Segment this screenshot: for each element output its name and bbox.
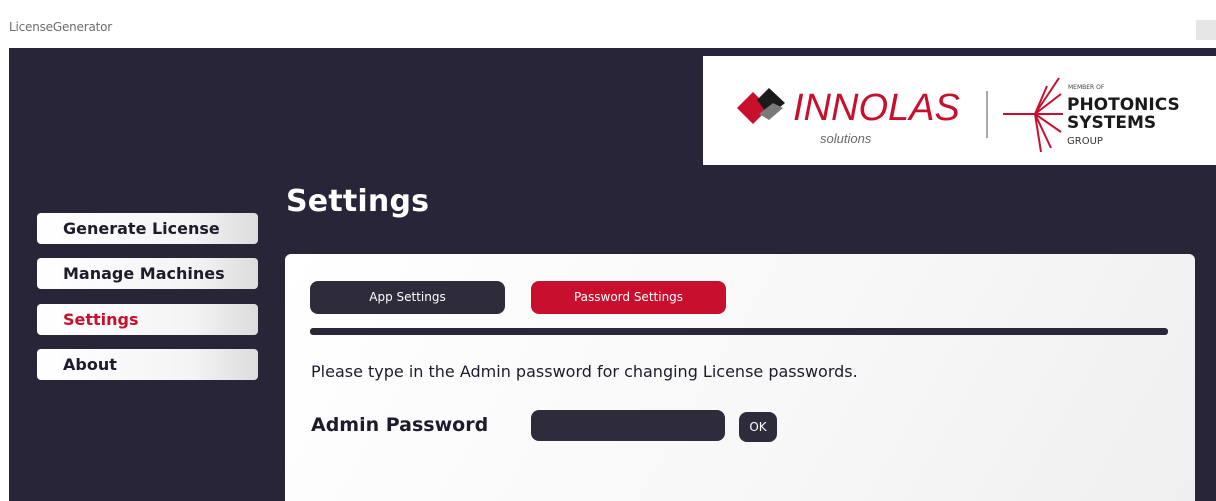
tab-app-settings[interactable]: App Settings bbox=[310, 281, 505, 314]
logo-banner: INNOLAS solutions MEMBER OF PHOTONICS SY… bbox=[703, 56, 1216, 165]
nav-generate-license[interactable]: Generate License bbox=[37, 213, 258, 244]
nav-manage-machines[interactable]: Manage Machines bbox=[37, 258, 258, 289]
logo-group-line1: PHOTONICS bbox=[1067, 95, 1180, 115]
logo-brand-sub: solutions bbox=[820, 131, 872, 146]
page-title: Settings bbox=[286, 184, 430, 219]
settings-panel: App Settings Password Settings Please ty… bbox=[285, 254, 1195, 501]
ok-button[interactable]: OK bbox=[739, 412, 777, 442]
logo-separator bbox=[986, 91, 988, 138]
logo-brand-text: INNOLAS bbox=[793, 87, 960, 129]
admin-password-label: Admin Password bbox=[311, 414, 489, 436]
photonics-burst-icon bbox=[1003, 77, 1063, 153]
tab-divider bbox=[310, 328, 1168, 335]
main-area: INNOLAS solutions MEMBER OF PHOTONICS SY… bbox=[9, 48, 1216, 501]
close-icon[interactable] bbox=[1196, 20, 1216, 40]
password-instruction: Please type in the Admin password for ch… bbox=[311, 362, 858, 381]
window-border bbox=[0, 48, 9, 501]
nav-about[interactable]: About bbox=[37, 349, 258, 380]
logo-group-line2: SYSTEMS bbox=[1067, 113, 1156, 133]
window-title: LicenseGenerator bbox=[9, 20, 112, 34]
title-bar: LicenseGenerator bbox=[0, 0, 1216, 48]
admin-password-input[interactable] bbox=[531, 410, 725, 441]
company-logo: INNOLAS solutions MEMBER OF PHOTONICS SY… bbox=[737, 77, 1180, 153]
logo-member-of: MEMBER OF bbox=[1068, 84, 1105, 91]
tab-password-settings[interactable]: Password Settings bbox=[531, 281, 726, 314]
app-window: LicenseGenerator INNOLAS solutions MEMBE… bbox=[0, 0, 1216, 501]
nav-settings[interactable]: Settings bbox=[37, 304, 258, 335]
logo-group-line3: GROUP bbox=[1067, 136, 1103, 147]
